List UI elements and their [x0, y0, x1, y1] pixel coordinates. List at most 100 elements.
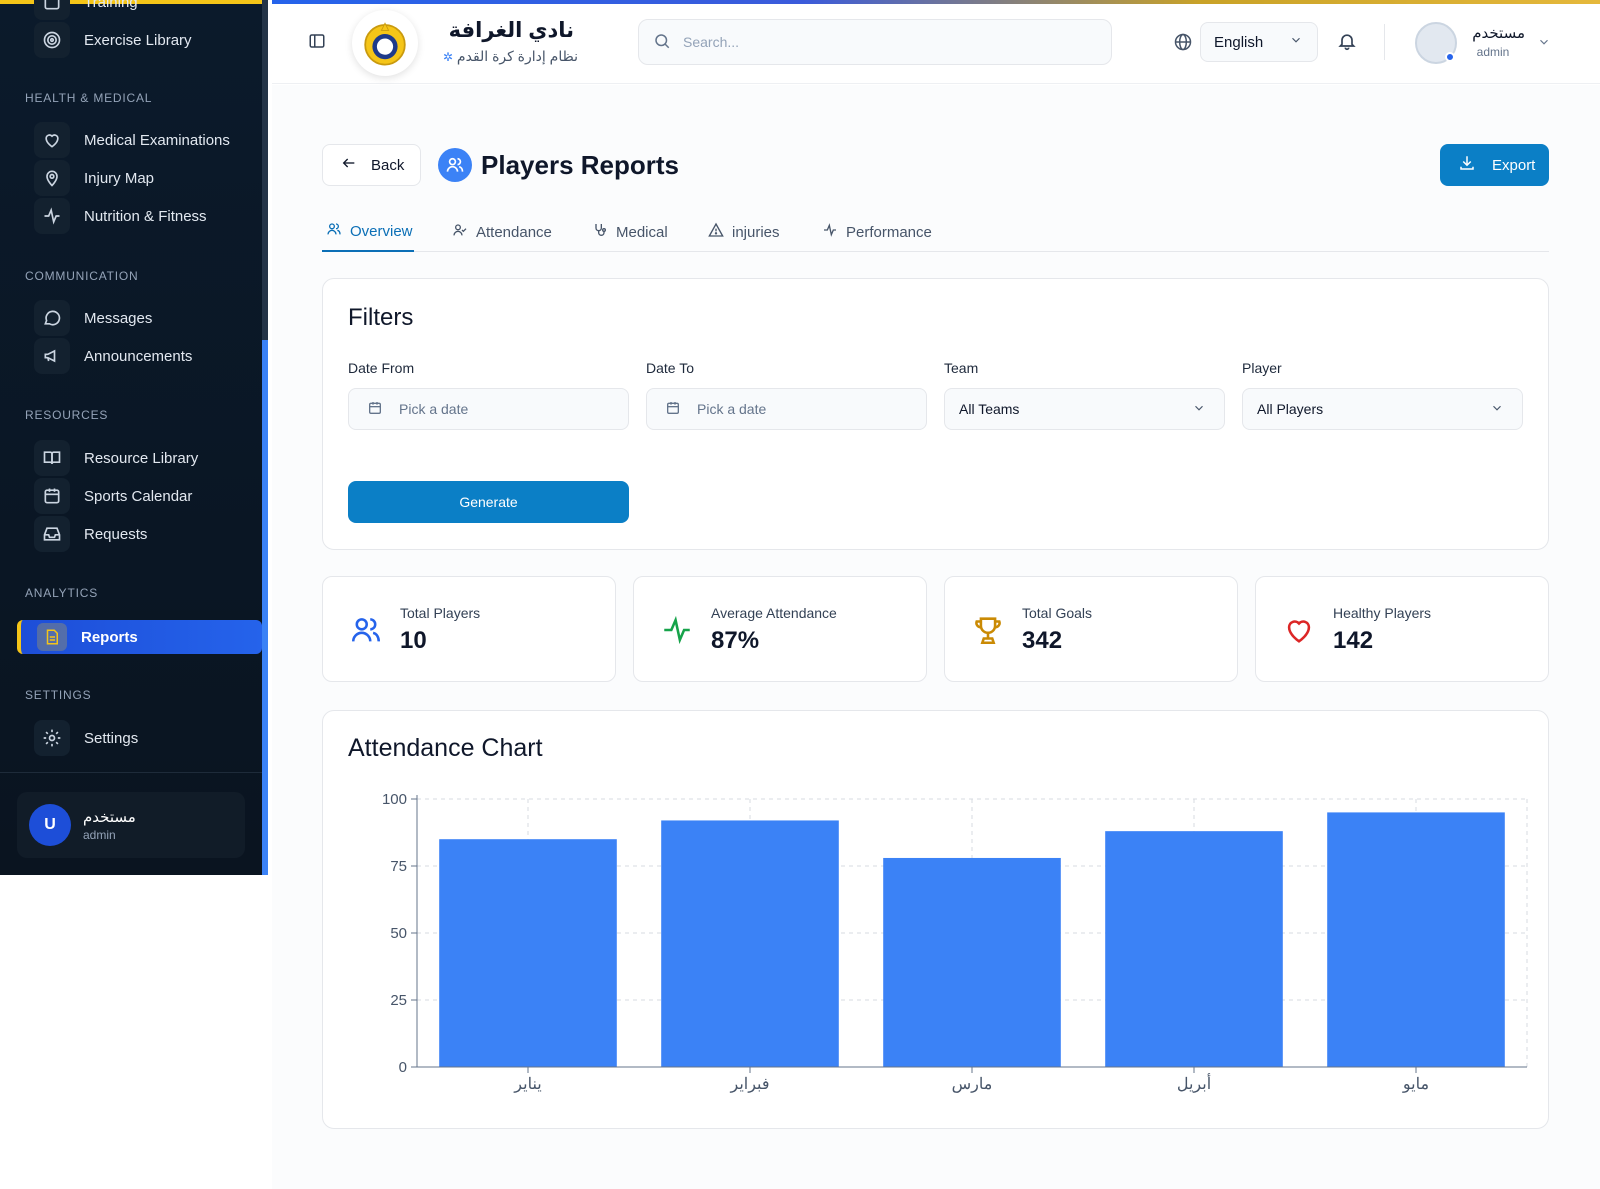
sidebar-user-name: مستخدم — [83, 809, 136, 826]
users-icon — [349, 613, 383, 647]
y-tick-label: 25 — [390, 992, 407, 1009]
stat-label: Healthy Players — [1333, 605, 1432, 621]
stat-label: Average Attendance — [711, 605, 837, 621]
map-pin-icon — [34, 160, 70, 196]
sidebar-item-label: Nutrition & Fitness — [84, 207, 207, 225]
filters-title: Filters — [348, 304, 414, 331]
training-icon — [34, 0, 70, 20]
back-label: Back — [371, 156, 405, 174]
globe-icon[interactable] — [1173, 32, 1193, 52]
language-select[interactable]: English — [1200, 22, 1318, 62]
sidebar-item-nutrition[interactable]: Nutrition & Fitness — [34, 198, 207, 234]
tab-overview[interactable]: Overview — [322, 212, 414, 252]
tab-injuries[interactable]: injuries — [708, 212, 780, 252]
sparkle-icon: ✲ — [442, 49, 453, 64]
sidebar-item-announcements[interactable]: Announcements — [34, 338, 192, 374]
export-label: Export — [1492, 156, 1536, 174]
gear-icon — [34, 720, 70, 756]
y-tick-label: 75 — [390, 858, 407, 875]
date-to-field[interactable]: Pick a date — [646, 388, 927, 430]
sidebar-scrollbar[interactable] — [262, 340, 268, 875]
club-subtitle-text: نظام إدارة كرة القدم — [456, 48, 578, 64]
sidebar-item-requests[interactable]: Requests — [34, 516, 147, 552]
sidebar-item-messages[interactable]: Messages — [34, 300, 152, 336]
date-to-placeholder: Pick a date — [697, 401, 767, 417]
sidebar-item-exercise-library[interactable]: Exercise Library — [34, 22, 192, 58]
file-report-icon — [37, 623, 67, 651]
tab-label: Performance — [846, 223, 932, 241]
online-status-dot — [1445, 52, 1455, 62]
sidebar-item-medical-examinations[interactable]: Medical Examinations — [34, 122, 230, 158]
export-button[interactable]: Export — [1440, 144, 1549, 186]
sidebar-item-label: Resource Library — [84, 449, 199, 467]
users-icon — [326, 221, 342, 241]
header-user-name[interactable]: مستخدم — [1463, 24, 1525, 42]
search-input[interactable]: Search... — [638, 19, 1112, 65]
activity-icon — [660, 613, 694, 647]
calendar-icon — [665, 400, 681, 419]
user-check-icon — [452, 222, 468, 242]
y-tick-label: 100 — [382, 791, 407, 808]
activity-icon — [34, 198, 70, 234]
calendar-icon — [367, 400, 383, 419]
megaphone-icon — [34, 338, 70, 374]
stat-card-total-players: Total Players 10 — [322, 576, 616, 682]
heart-icon — [1282, 613, 1316, 647]
bell-icon[interactable] — [1337, 31, 1357, 51]
activity-icon — [822, 222, 838, 242]
team-value: All Teams — [959, 401, 1020, 417]
sidebar-item-settings[interactable]: Settings — [34, 720, 138, 756]
y-tick-label: 50 — [390, 925, 407, 942]
date-from-placeholder: Pick a date — [399, 401, 469, 417]
sidebar-item-sports-calendar[interactable]: Sports Calendar — [34, 478, 192, 514]
section-label-settings: SETTINGS — [25, 688, 92, 702]
club-logo — [352, 10, 418, 76]
section-label-communication: COMMUNICATION — [25, 269, 139, 283]
tab-label: Overview — [350, 222, 413, 240]
sidebar-user-card[interactable]: U مستخدم admin — [17, 792, 245, 858]
sidebar-toggle-icon[interactable] — [308, 32, 326, 50]
player-label: Player — [1242, 360, 1282, 376]
sidebar-divider — [0, 772, 262, 773]
sidebar-item-resource-library[interactable]: Resource Library — [34, 440, 198, 476]
sidebar-item-label: Injury Map — [84, 169, 155, 187]
player-select[interactable]: All Players — [1242, 388, 1523, 430]
bar — [1105, 831, 1283, 1067]
user-menu-chevron-icon[interactable] — [1537, 35, 1551, 49]
date-from-field[interactable]: Pick a date — [348, 388, 629, 430]
trophy-icon — [971, 613, 1005, 647]
alert-triangle-icon — [708, 222, 724, 242]
search-placeholder: Search... — [683, 34, 740, 50]
users-icon — [438, 148, 472, 182]
tab-medical[interactable]: Medical — [592, 212, 668, 252]
player-value: All Players — [1257, 401, 1324, 417]
team-select[interactable]: All Teams — [944, 388, 1225, 430]
stat-value: 10 — [400, 627, 427, 654]
tab-performance[interactable]: Performance — [822, 212, 932, 252]
arrow-left-icon — [341, 155, 357, 175]
date-from-label: Date From — [348, 360, 415, 376]
sidebar-item-label: Announcements — [84, 347, 193, 365]
back-button[interactable]: Back — [322, 144, 421, 186]
download-icon — [1458, 154, 1476, 176]
sidebar-item-injury-map[interactable]: Injury Map — [34, 160, 154, 196]
sidebar-item-reports[interactable]: Reports — [17, 620, 262, 654]
tab-label: Medical — [616, 223, 668, 241]
sidebar-item-label: Medical Examinations — [84, 131, 230, 149]
sidebar-item-label: Training — [84, 0, 138, 11]
chevron-down-icon — [1289, 33, 1303, 51]
calendar-icon — [34, 478, 70, 514]
stat-label: Total Goals — [1022, 605, 1093, 621]
x-tick-label: فبراير — [729, 1076, 769, 1093]
sidebar-item-label: Messages — [84, 309, 153, 327]
section-label-analytics: ANALYTICS — [25, 586, 98, 600]
tab-label: injuries — [732, 223, 780, 241]
sidebar: Training Exercise Library HEALTH & MEDIC… — [0, 0, 268, 875]
tab-attendance[interactable]: Attendance — [452, 212, 552, 252]
sidebar-item-training[interactable]: Training — [34, 0, 138, 20]
sidebar-user-role: admin — [83, 828, 116, 842]
team-label: Team — [944, 360, 979, 376]
generate-button[interactable]: Generate — [348, 481, 629, 523]
sidebar-item-label: Exercise Library — [84, 31, 192, 49]
x-tick-label: مايو — [1402, 1076, 1429, 1093]
